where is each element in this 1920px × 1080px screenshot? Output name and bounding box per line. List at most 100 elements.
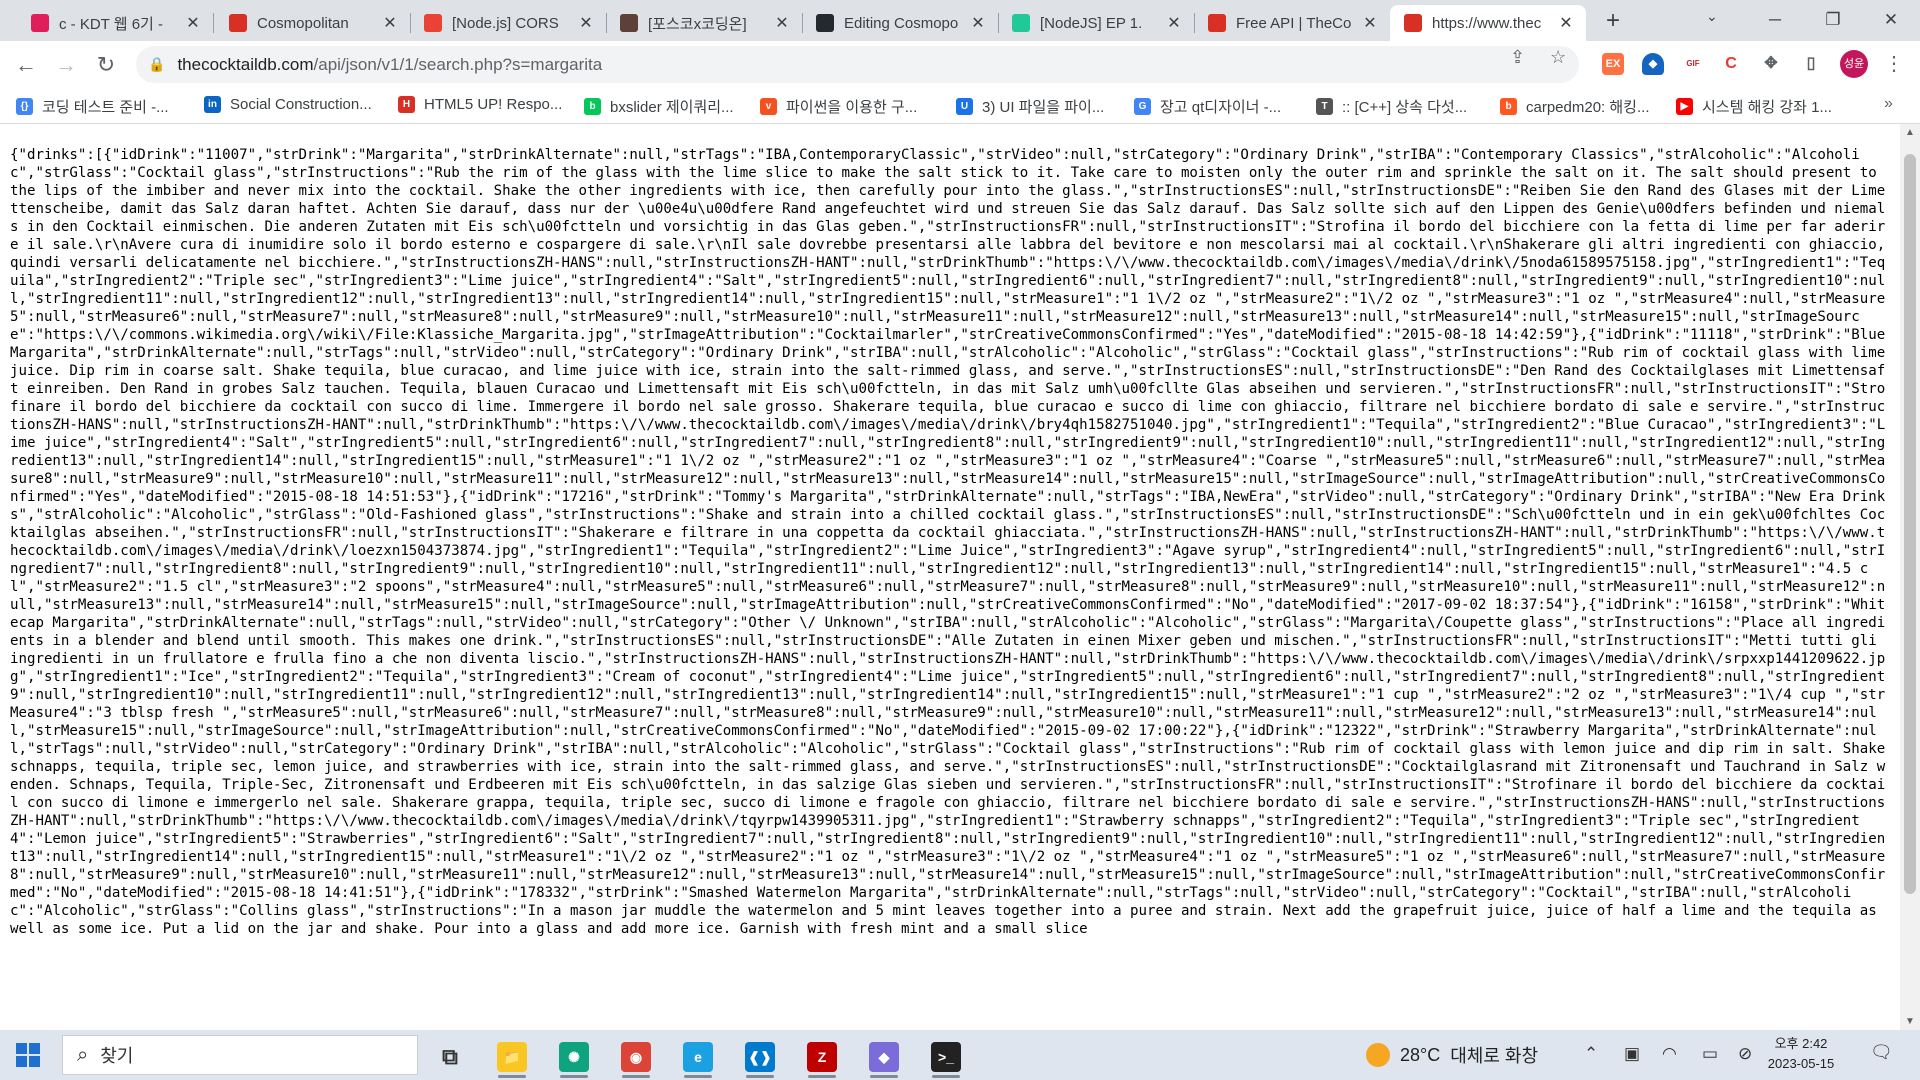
browser-tab[interactable]: Cosmopolitan ✕ <box>215 5 410 41</box>
weather-temp: 28°C <box>1400 1044 1441 1065</box>
tab-title: [NodeJS] EP 1. <box>1040 14 1143 32</box>
bookmark-favicon-icon: H <box>398 96 415 113</box>
minimize-button[interactable]: ─ <box>1746 0 1804 40</box>
file-explorer-icon[interactable]: 📁 <box>488 1036 536 1078</box>
running-indicator <box>808 1075 836 1078</box>
windows-start-icon[interactable] <box>16 1043 40 1072</box>
chrome-icon[interactable]: ◉ <box>612 1036 660 1078</box>
device-icon[interactable]: ▣ <box>1624 1044 1640 1064</box>
internet-explorer-icon[interactable]: e <box>674 1036 722 1078</box>
tab-close-icon[interactable]: ✕ <box>1164 13 1184 33</box>
bookmark-label: carpedm20: 해킹... <box>1526 99 1650 116</box>
new-tab-button[interactable]: + <box>1598 6 1628 36</box>
tab-close-icon[interactable]: ✕ <box>183 13 203 33</box>
running-indicator <box>560 1075 588 1078</box>
tab-close-icon[interactable]: ✕ <box>380 13 400 33</box>
filezilla-icon[interactable]: Z <box>798 1036 846 1078</box>
app-glyph: ✺ <box>559 1042 589 1072</box>
bookmark-label: 코딩 테스트 준비 -... <box>42 99 169 116</box>
browser-tab[interactable]: Editing Cosmopo ✕ <box>802 5 998 41</box>
task-view-icon[interactable]: ⧉ <box>426 1036 474 1078</box>
forward-arrow-icon[interactable]: → <box>50 49 82 81</box>
taskbar-search-box[interactable]: ⌕ 찾기 <box>62 1035 418 1075</box>
browser-tab[interactable]: [포스코x코딩온] ✕ <box>606 5 802 41</box>
bookmark-item[interactable]: in Social Construction... <box>204 96 372 113</box>
maximize-button[interactable]: ❐ <box>1804 0 1862 40</box>
browser-tab[interactable]: [NodeJS] EP 1. ✕ <box>998 5 1194 41</box>
bookmark-item[interactable]: ▶ 시스템 해킹 강좌 1... <box>1676 96 1832 117</box>
tab-title: Free API | TheCo <box>1236 14 1352 32</box>
app-glyph: ◆ <box>869 1042 899 1072</box>
tab-close-icon[interactable]: ✕ <box>772 13 792 33</box>
address-bar[interactable]: 🔒 thecocktaildb.com/api/json/v1/1/search… <box>136 46 1579 83</box>
tab-close-icon[interactable]: ✕ <box>968 13 988 33</box>
terminal-icon[interactable]: >_ <box>922 1036 970 1078</box>
reload-icon[interactable]: ↻ <box>90 49 122 81</box>
bookmark-favicon-icon: {} <box>16 98 33 115</box>
bookmark-label: Social Construction... <box>230 96 372 113</box>
bookmark-label: 3) UI 파일을 파이... <box>982 99 1105 116</box>
bookmark-item[interactable]: T:: [C++] 상속 다섯... <box>1316 96 1467 117</box>
close-window-button[interactable]: ✕ <box>1862 0 1920 40</box>
running-indicator <box>746 1075 774 1078</box>
mute-icon[interactable]: ⊘ <box>1738 1044 1752 1064</box>
bookmark-star-icon[interactable]: ☆ <box>1550 47 1566 68</box>
tray-chevron-up-icon[interactable]: ⌃ <box>1584 1044 1598 1064</box>
search-placeholder: 찾기 <box>100 1046 134 1066</box>
scroll-up-arrow-icon[interactable]: ▲ <box>1905 127 1915 138</box>
tab-search-chevron-icon[interactable]: ⌄ <box>1706 8 1718 25</box>
lock-icon[interactable]: 🔒 <box>148 56 165 73</box>
weather-widget[interactable]: 28°C 대체로 화창 <box>1366 1042 1538 1068</box>
app-glyph: ⧉ <box>435 1042 465 1072</box>
chatgpt-icon[interactable]: ✺ <box>550 1036 598 1078</box>
share-icon[interactable]: ⇪ <box>1510 47 1525 68</box>
app-glyph: 📁 <box>497 1042 527 1072</box>
app-glyph: >_ <box>931 1042 961 1072</box>
app-glyph: ❰❱ <box>745 1042 775 1072</box>
scrollbar-thumb[interactable] <box>1904 154 1916 894</box>
code-extension-icon[interactable]: C <box>1720 53 1742 75</box>
extension-ex-icon[interactable]: EX <box>1602 53 1624 75</box>
tab-close-icon[interactable]: ✕ <box>576 13 596 33</box>
browser-tab[interactable]: Free API | TheCo ✕ <box>1194 5 1390 41</box>
browser-tab[interactable]: c - KDT 웹 6기 - ✕ <box>17 5 213 41</box>
app-glyph: e <box>683 1042 713 1072</box>
user-icon <box>620 14 638 32</box>
url-path: /api/json/v1/1/search.php?s=margarita <box>313 54 603 74</box>
bookmark-item[interactable]: U 3) UI 파일을 파이... <box>956 96 1104 117</box>
wifi-icon[interactable]: ◠ <box>1662 1044 1677 1064</box>
bookmarks-overflow-icon[interactable]: » <box>1884 95 1893 113</box>
git-icon[interactable]: ◆ <box>860 1036 908 1078</box>
back-arrow-icon[interactable]: ← <box>10 49 42 81</box>
bookmark-item[interactable]: v 파이썬을 이용한 구... <box>760 96 917 117</box>
cocktail-icon <box>1208 14 1226 32</box>
bookmark-item[interactable]: b carpedm20: 해킹... <box>1500 96 1649 117</box>
browser-tab[interactable]: https://www.thec ✕ <box>1390 5 1586 41</box>
shield-extension-icon[interactable]: ◆ <box>1642 53 1664 75</box>
side-panel-icon[interactable]: ▯ <box>1800 53 1822 75</box>
bookmark-item[interactable]: G 장고 qt디자이너 -... <box>1134 96 1281 117</box>
bookmark-label: 파이썬을 이용한 구... <box>786 99 918 116</box>
bookmark-label: :: [C++] 상속 다섯... <box>1342 99 1468 116</box>
bookmark-favicon-icon: v <box>760 98 777 115</box>
browser-tab[interactable]: [Node.js] CORS ✕ <box>410 5 606 41</box>
gif-extension-icon[interactable]: GIF <box>1682 53 1704 75</box>
tab-close-icon[interactable]: ✕ <box>1360 13 1380 33</box>
bookmark-item[interactable]: {} 코딩 테스트 준비 -... <box>16 96 169 117</box>
weather-desc: 대체로 화창 <box>1450 1046 1539 1066</box>
scroll-down-arrow-icon[interactable]: ▼ <box>1905 1016 1915 1027</box>
profile-avatar[interactable]: 성윤 <box>1840 50 1868 78</box>
vertical-scrollbar[interactable]: ▲ ▼ <box>1900 124 1920 1030</box>
json-viewer: {"drinks":[{"idDrink":"11007","strDrink"… <box>0 124 1900 1030</box>
bookmark-item[interactable]: H HTML5 UP! Respo... <box>398 96 562 113</box>
bookmark-label: 시스템 해킹 강좌 1... <box>1702 99 1832 116</box>
vscode-icon[interactable]: ❰❱ <box>736 1036 784 1078</box>
battery-icon[interactable]: ▭ <box>1702 1044 1718 1064</box>
url-text[interactable]: thecocktaildb.com/api/json/v1/1/search.p… <box>177 55 602 75</box>
notification-icon[interactable]: 🗨 <box>1870 1042 1893 1063</box>
more-menu-icon[interactable]: ⋮ <box>1884 51 1904 76</box>
extensions-puzzle-icon[interactable]: ✥ <box>1760 53 1782 75</box>
system-clock[interactable]: 오후 2:42 2023-05-15 <box>1766 1034 1836 1074</box>
tab-close-icon[interactable]: ✕ <box>1556 13 1576 33</box>
bookmark-item[interactable]: b bxslider 제이쿼리... <box>584 96 734 117</box>
